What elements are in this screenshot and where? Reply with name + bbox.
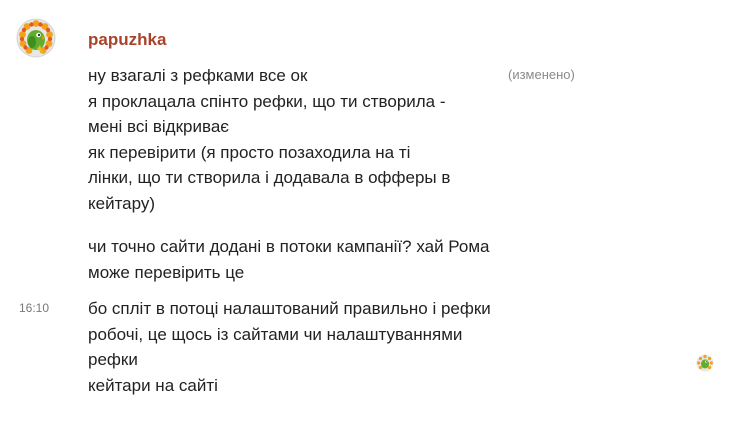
message-line: кейтару) (88, 193, 156, 213)
message-line: як перевірити (я просто позаходила на ті (88, 142, 411, 162)
message-timestamp: 16:10 (19, 301, 50, 315)
message-line: бо спліт в потоці налаштований правильно… (88, 299, 491, 318)
message-group: бо спліт в потоці налаштований правильно… (88, 296, 498, 398)
message-line: ну взагалі з рефками все ок (88, 66, 308, 85)
avatar[interactable] (16, 18, 56, 58)
message-line: кейтари на сайті (88, 375, 218, 395)
message-line: чи точно сайти додані в потоки кампанії?… (88, 237, 490, 256)
message-group: чи точно сайти додані в потоки кампанії?… (88, 234, 498, 285)
message-line: лінки, що ти створила і додавала в оффер… (88, 168, 451, 187)
message-line: я проклацала спінто рефки, що ти створил… (88, 91, 446, 111)
message-line: робочі, це щось із сайтами чи налаштуван… (88, 324, 463, 370)
message-group: ну взагалі з рефками все ок я проклацала… (88, 63, 498, 216)
message-author[interactable]: papuzhka (88, 30, 166, 50)
message-line: може перевірить це (88, 262, 245, 282)
edited-label: (изменено) (508, 67, 575, 82)
read-receipt-icon (696, 354, 714, 372)
message-line: мені всі відкриває (88, 117, 229, 136)
